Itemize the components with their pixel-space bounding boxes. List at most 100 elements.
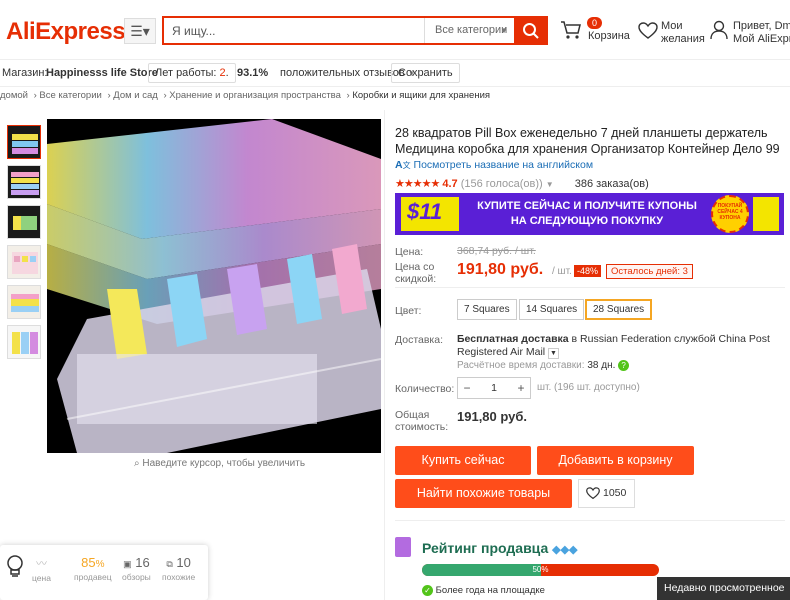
find-similar-button[interactable]: Найти похожие товары <box>395 479 572 508</box>
header: AliExpress™ ☰▾ Все категории▼ 0 Корзина … <box>0 0 790 60</box>
seller-note: ✓ Более года на площадке <box>422 585 545 596</box>
years-box: Лет работы: 2. <box>148 63 236 83</box>
seller-title-text: Рейтинг продавца <box>422 540 549 556</box>
search-icon <box>523 23 539 39</box>
chevron-down-icon[interactable]: ▼ <box>546 180 554 189</box>
heart-icon[interactable] <box>638 22 658 40</box>
breadcrumb-item[interactable]: Дом и сад <box>113 90 158 101</box>
gallery-thumbnail[interactable] <box>7 125 41 159</box>
positive-percent: 93.1% <box>237 67 269 79</box>
quantity-stepper: − 1 + <box>457 377 531 399</box>
quantity-available: шт. (196 шт. доступно) <box>537 382 640 393</box>
cart-icon[interactable] <box>560 20 582 40</box>
wishlist-line1: Мои <box>661 20 683 32</box>
coupon-banner[interactable]: $11 КУПИТЕ СЕЙЧАС И ПОЛУЧИТЕ КУПОНЫ НА СЛ… <box>395 193 784 235</box>
store-label: Магазин: <box>2 67 48 79</box>
widget-price[interactable]: 〰 цена <box>32 555 51 583</box>
add-to-cart-button[interactable]: Добавить в корзину <box>537 446 694 475</box>
seller-rating-bar: 50% <box>422 564 659 576</box>
save-store-button[interactable]: Сохранить <box>391 63 460 83</box>
search-category-select[interactable]: Все категории ▼ <box>424 18 516 43</box>
gallery-thumbnail[interactable] <box>7 205 41 239</box>
product-title: 28 квадратов Pill Box еженедельно 7 дней… <box>395 126 780 156</box>
color-label: Цвет: <box>395 305 422 317</box>
discount-label-line1: Цена со <box>395 261 435 273</box>
decrease-button[interactable]: − <box>458 378 476 398</box>
rating-value: 4.7 <box>442 178 458 190</box>
widget-seller-label: продавец <box>74 572 112 582</box>
votes-link[interactable]: (156 голоса(ов)) <box>461 178 543 190</box>
years-label: Лет работы: <box>155 67 217 79</box>
my-aliexpress: Мой AliExpress <box>733 33 790 45</box>
widget-price-label: цена <box>32 573 51 583</box>
total-label-line2: стоимость: <box>395 421 449 433</box>
years-value: 2 <box>219 67 226 79</box>
wishlist-button[interactable]: 1050 <box>578 479 635 508</box>
translate-title-link[interactable]: A文 Посмотреть название на английском <box>395 159 593 171</box>
rating-row: ★★★★★ 4.7 (156 голоса(ов)) ▼ 386 заказа(… <box>395 177 649 190</box>
product-main-image[interactable] <box>47 119 381 453</box>
user-icon[interactable] <box>710 20 728 40</box>
widget-reviews-label: обзоры <box>122 572 151 582</box>
divider <box>384 110 385 600</box>
total-label: Общая стоимость: <box>395 409 448 433</box>
greeting: Привет, Dmitr <box>733 20 790 32</box>
widget-similar[interactable]: ⧉ 10 похожие <box>162 555 195 582</box>
breadcrumb-item[interactable]: домой <box>0 90 28 101</box>
current-price: 191,80 руб. <box>457 261 544 278</box>
gallery-thumbnail[interactable] <box>7 285 41 319</box>
gallery-thumbnail[interactable] <box>7 245 41 279</box>
delivery-info: Бесплатная доставка в Russian Federation… <box>457 333 787 359</box>
gallery-thumbnail[interactable] <box>7 325 41 359</box>
divider <box>395 287 785 288</box>
free-shipping: Бесплатная доставка <box>457 333 569 345</box>
diamond-icon: ◆◆◆ <box>552 544 578 556</box>
seller-score: 85 <box>81 555 96 570</box>
reviews-icon: ▣ <box>123 559 132 569</box>
breadcrumb-item[interactable]: Хранение и организация пространства <box>169 90 341 101</box>
recently-viewed-tab[interactable]: Недавно просмотренное <box>657 577 790 600</box>
search-input[interactable] <box>172 24 412 38</box>
translate-icon: A <box>395 159 403 171</box>
quantity-input[interactable]: 1 <box>476 378 512 398</box>
store-name[interactable]: Happinesss life Store <box>46 67 158 79</box>
chevron-down-icon: ▼ <box>500 26 508 35</box>
zoom-hint: ⌕ Наведите курсор, чтобы увеличить <box>134 458 305 469</box>
divider <box>395 520 785 521</box>
discount-badge: -48% <box>574 265 602 277</box>
gallery-thumbnail[interactable] <box>7 165 41 199</box>
option-28-squares[interactable]: 28 Squares <box>585 299 653 320</box>
category-menu-button[interactable]: ☰▾ <box>124 18 156 44</box>
reviews-count: 16 <box>135 555 150 570</box>
price-trend-icon: 〰 <box>35 558 47 570</box>
price-label: Цена: <box>395 246 424 258</box>
similar-count: 10 <box>176 555 191 570</box>
seller-note-text: Более года на площадке <box>435 585 545 597</box>
old-price: 368,74 руб. / шт. <box>457 245 536 257</box>
cart-label[interactable]: Корзина <box>588 30 630 43</box>
seller-rating-title: Рейтинг продавца ◆◆◆ <box>422 540 578 556</box>
chevron-down-icon[interactable]: ▼ <box>548 348 559 359</box>
help-icon[interactable]: ? <box>618 360 630 371</box>
increase-button[interactable]: + <box>512 378 530 398</box>
star-rating-icon: ★★★★★ <box>395 178 440 190</box>
price-helper-widget[interactable]: 〰 цена 85% продавец ▣ 16 обзоры ⧉ 10 пох… <box>0 545 208 600</box>
check-icon: ✓ <box>422 585 433 596</box>
option-7-squares[interactable]: 7 Squares <box>457 299 517 320</box>
widget-seller[interactable]: 85% продавец <box>74 555 112 582</box>
breadcrumb-item[interactable]: Все категории <box>39 90 101 101</box>
widget-reviews[interactable]: ▣ 16 обзоры <box>122 555 151 582</box>
banner-amount: $11 <box>407 199 443 224</box>
option-14-squares[interactable]: 14 Squares <box>519 299 585 320</box>
aliexpress-logo[interactable]: AliExpress™ <box>6 18 133 46</box>
heart-icon <box>586 487 600 500</box>
total-label-line1: Общая <box>395 409 430 421</box>
shopping-bag-icon <box>395 537 411 557</box>
buy-now-button[interactable]: Купить сейчас <box>395 446 531 475</box>
search-button[interactable] <box>514 16 548 45</box>
breadcrumb-item[interactable]: Коробки и ящики для хранения <box>352 90 490 101</box>
wishlist-link[interactable]: Мои желания <box>661 20 705 46</box>
similar-icon: ⧉ <box>166 559 173 569</box>
account-link[interactable]: Привет, DmitrМой AliExpress <box>733 20 790 46</box>
wishlist-line2: желания <box>661 33 705 45</box>
